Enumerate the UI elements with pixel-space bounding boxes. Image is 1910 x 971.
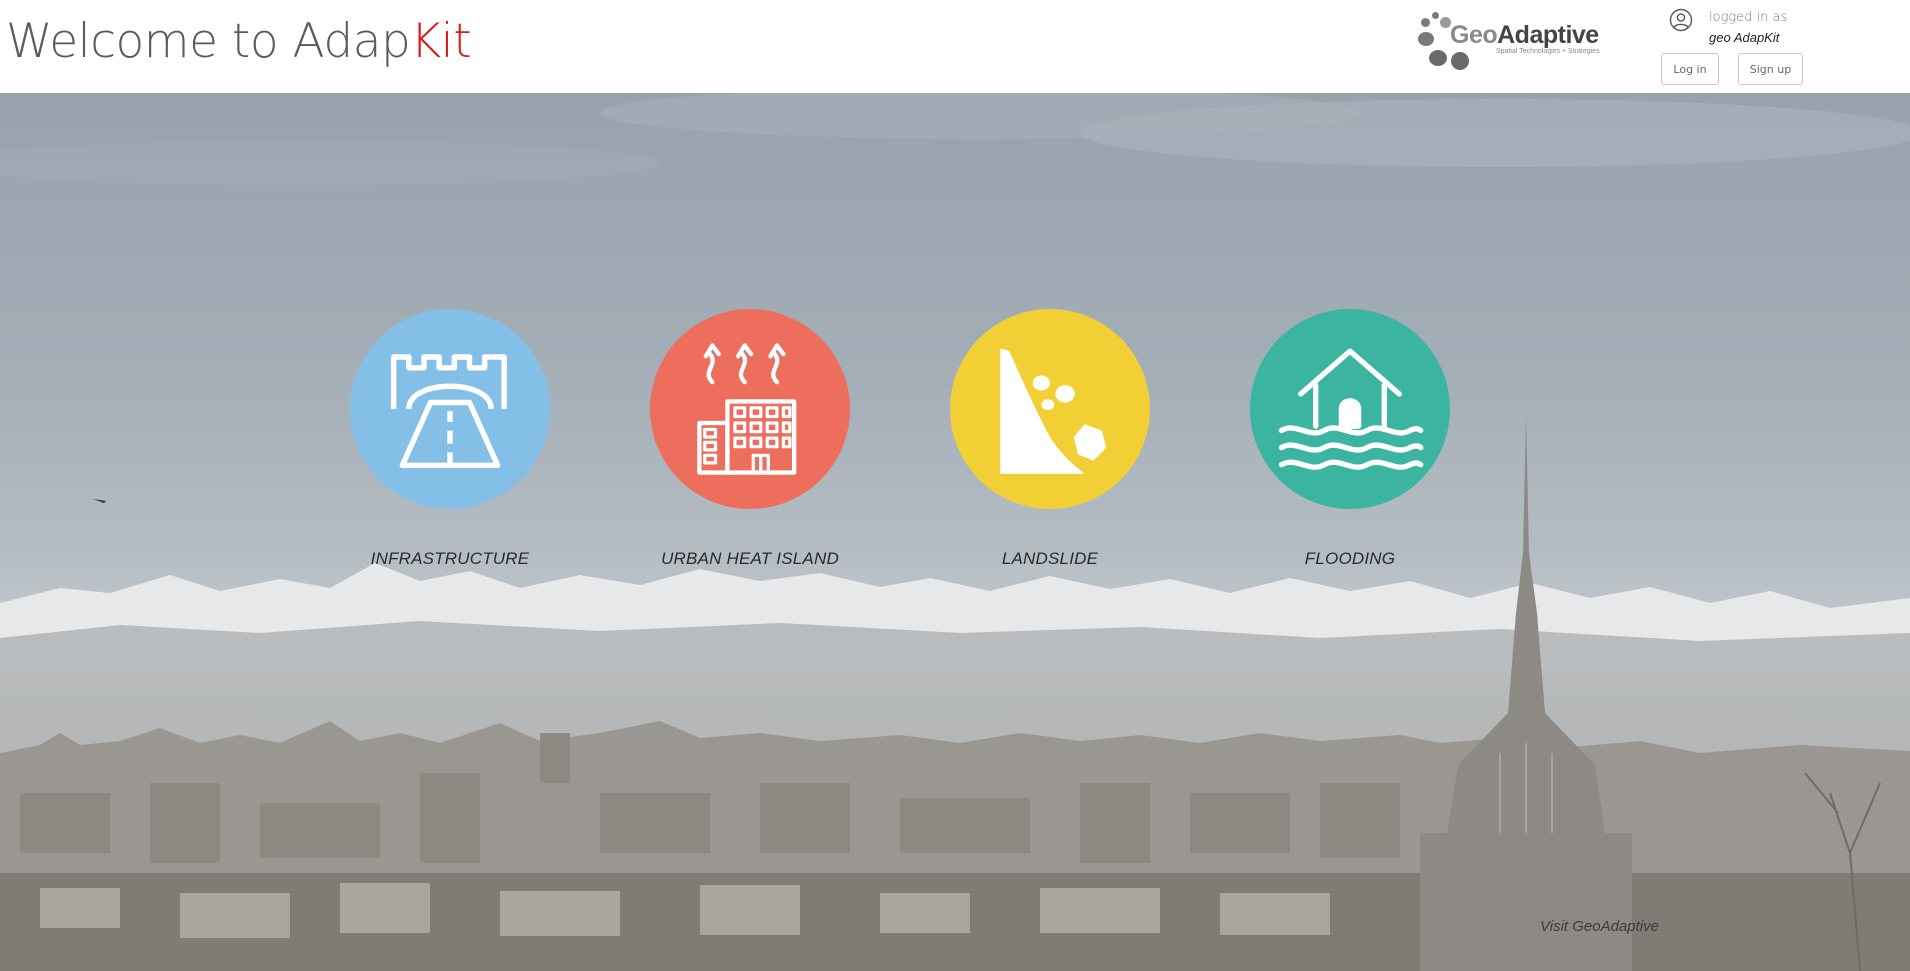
logo-dot bbox=[1451, 52, 1469, 70]
category-flooding[interactable]: FLOODING bbox=[1250, 309, 1450, 569]
category-label[interactable]: URBAN HEAT ISLAND bbox=[650, 549, 850, 569]
brand-tagline: Spatial Technologies + Strategies bbox=[1496, 48, 1600, 55]
login-button[interactable]: Log in bbox=[1661, 53, 1719, 85]
category-urban-heat-island[interactable]: URBAN HEAT ISLAND bbox=[650, 309, 850, 569]
landslide-icon bbox=[1000, 347, 1107, 474]
logged-in-username: geo AdapKit bbox=[1709, 30, 1780, 45]
visit-geoadaptive-link[interactable]: Visit GeoAdaptive bbox=[1540, 918, 1659, 935]
category-circle[interactable] bbox=[650, 309, 850, 509]
hero-section: INFRASTRUCTURE URBAN HEAT ISLAND LANDSLI… bbox=[0, 93, 1910, 971]
brand-name: GeoAdaptive bbox=[1450, 21, 1599, 50]
category-infrastructure[interactable]: INFRASTRUCTURE bbox=[350, 309, 550, 569]
user-account-icon bbox=[1669, 8, 1693, 32]
flooded-house-icon bbox=[1278, 348, 1424, 470]
signup-button[interactable]: Sign up bbox=[1738, 53, 1803, 85]
logo-dot bbox=[1432, 12, 1439, 19]
building-heat-icon bbox=[697, 343, 797, 475]
category-circle[interactable] bbox=[1250, 309, 1450, 509]
logo-dot bbox=[1429, 50, 1447, 66]
category-label[interactable]: LANDSLIDE bbox=[950, 549, 1150, 569]
logo-dot bbox=[1421, 18, 1430, 27]
category-label[interactable]: FLOODING bbox=[1250, 549, 1450, 569]
category-circle[interactable] bbox=[350, 309, 550, 509]
brand-name-bold: Adaptive bbox=[1497, 21, 1599, 49]
logged-in-label: logged in as bbox=[1709, 10, 1788, 25]
category-landslide[interactable]: LANDSLIDE bbox=[950, 309, 1150, 569]
logo-dot bbox=[1418, 32, 1434, 46]
geoadaptive-logo[interactable]: GeoAdaptive Spatial Technologies + Strat… bbox=[1418, 12, 1600, 74]
title-prefix: Welcome to Adap bbox=[6, 14, 411, 69]
category-label[interactable]: INFRASTRUCTURE bbox=[350, 549, 550, 569]
site-header: Welcome to AdapKit GeoAdaptive Spatial T… bbox=[0, 0, 1910, 93]
page-title: Welcome to AdapKit bbox=[6, 14, 472, 69]
category-circle[interactable] bbox=[950, 309, 1150, 509]
title-accent: Kit bbox=[410, 14, 472, 69]
road-tunnel-icon bbox=[390, 354, 507, 469]
brand-name-light: Geo bbox=[1450, 21, 1498, 49]
